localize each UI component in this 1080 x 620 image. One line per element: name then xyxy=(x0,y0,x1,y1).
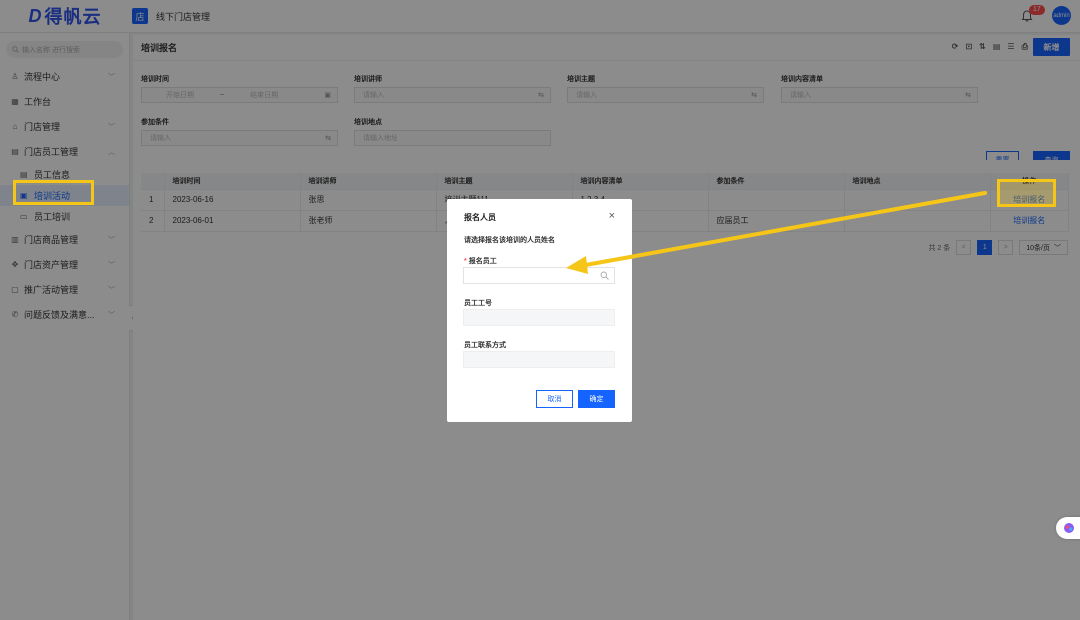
annotation-arrow xyxy=(566,191,987,274)
brain-icon xyxy=(1064,523,1074,533)
assistant-float-button[interactable] xyxy=(1056,517,1080,539)
